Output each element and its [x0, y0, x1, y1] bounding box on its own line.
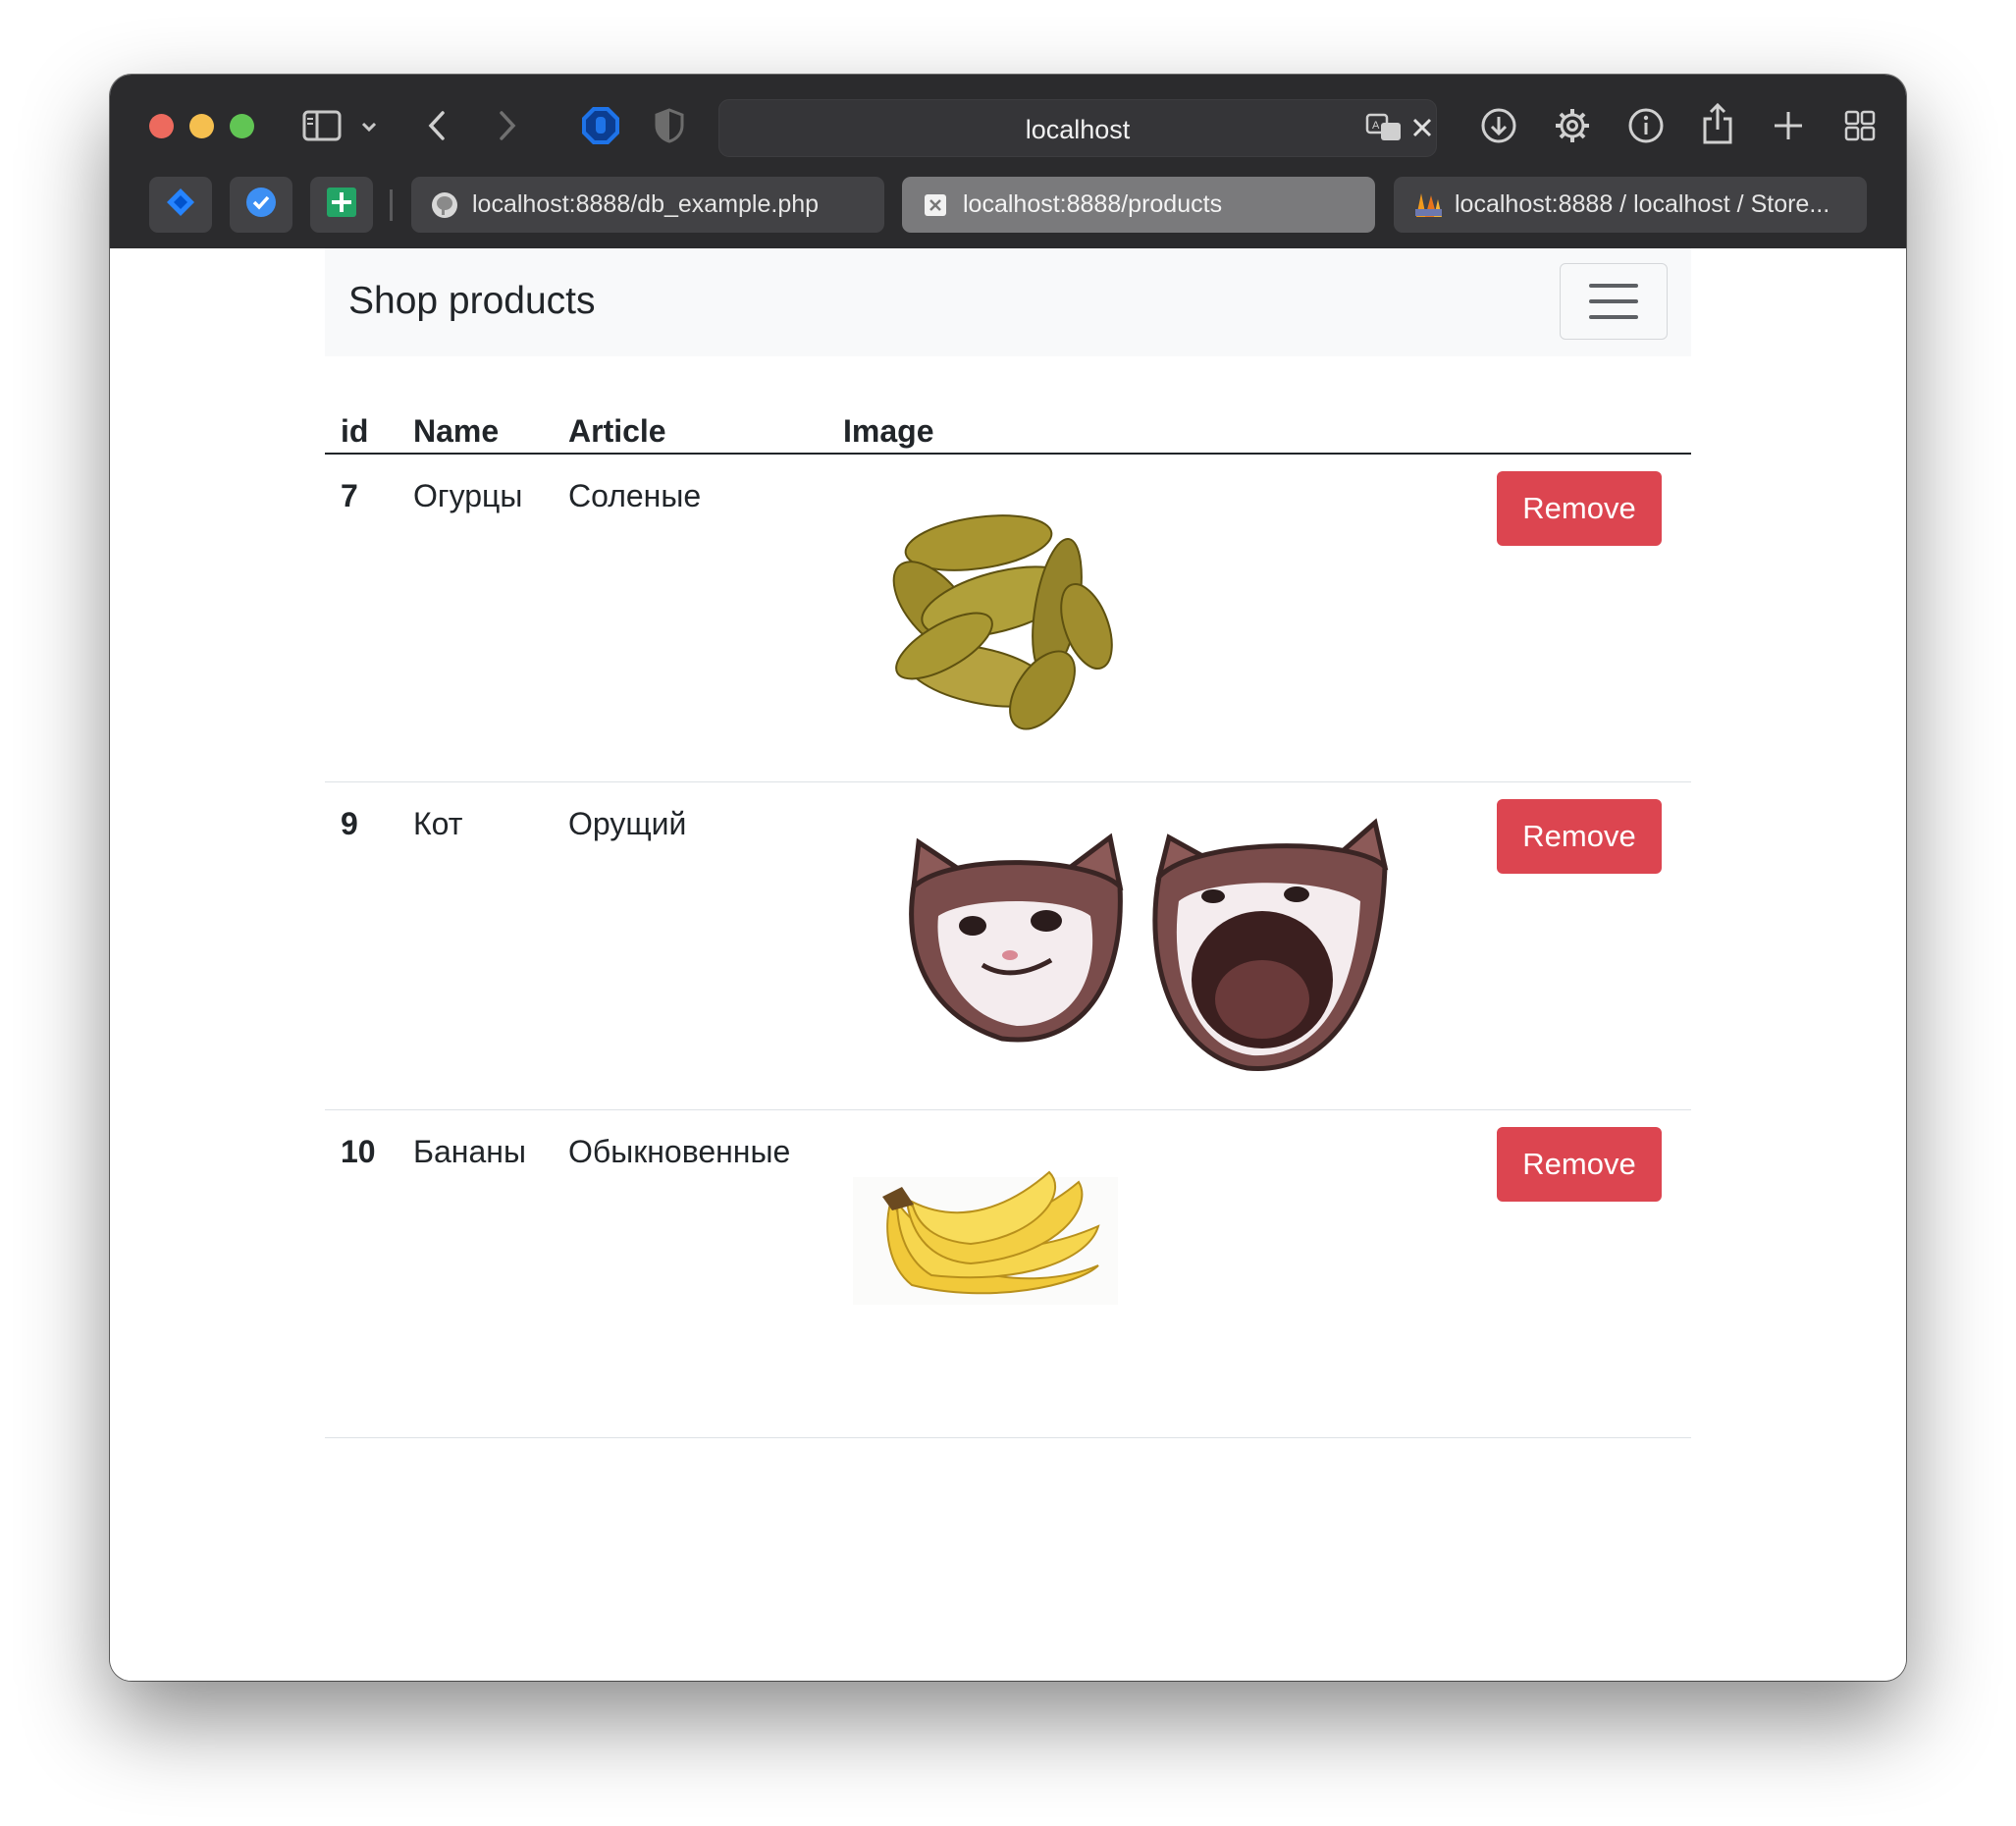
row-id: 9	[341, 806, 358, 841]
forward-icon[interactable]	[493, 106, 522, 145]
adblock-hand-icon[interactable]	[579, 104, 622, 147]
pinned-tab-jira[interactable]	[149, 177, 212, 233]
tab-divider	[390, 189, 393, 221]
close-window-button[interactable]	[149, 114, 174, 138]
row-name: Кот	[413, 806, 463, 841]
hamburger-icon-line	[1589, 299, 1638, 303]
pinned-tab-tasks[interactable]	[230, 177, 292, 233]
navbar: Shop products	[325, 248, 1691, 356]
hamburger-icon-line	[1589, 284, 1638, 288]
row-article: Обыкновенные	[568, 1134, 791, 1169]
table-header: id Name Article Image	[325, 376, 1691, 455]
minimize-window-button[interactable]	[189, 114, 214, 138]
privacy-shield-icon[interactable]	[652, 104, 687, 147]
remove-button[interactable]: Remove	[1497, 1127, 1662, 1202]
address-text: localhost	[1025, 115, 1131, 144]
elephant-icon	[431, 191, 458, 219]
page-close-icon	[922, 191, 949, 219]
hamburger-icon-line	[1589, 315, 1638, 319]
back-icon[interactable]	[422, 106, 451, 145]
tab-label: localhost:8888/products	[963, 190, 1223, 218]
row-name: Бананы	[413, 1134, 526, 1169]
browser-window: localhost A localhost:8888/db_example.ph…	[110, 75, 1906, 1681]
browser-toolbar: localhost A localhost:8888/db_example.ph…	[110, 75, 1906, 248]
svg-text:A: A	[1372, 120, 1380, 132]
tab-phpmyadmin[interactable]: localhost:8888 / localhost / Store...	[1394, 177, 1867, 233]
row-name: Огурцы	[413, 478, 523, 513]
table-row: 7 Огурцы Соленые Remove	[325, 455, 1691, 782]
address-bar[interactable]: localhost A	[718, 99, 1437, 157]
info-icon[interactable]	[1625, 105, 1667, 146]
tasks-check-icon	[245, 187, 277, 223]
navbar-brand[interactable]: Shop products	[348, 280, 596, 323]
navbar-toggler-button[interactable]	[1560, 263, 1668, 340]
remove-button[interactable]: Remove	[1497, 799, 1662, 874]
tab-products[interactable]: localhost:8888/products	[902, 177, 1375, 233]
download-icon[interactable]	[1478, 105, 1519, 146]
pinned-tab-sheets[interactable]	[310, 177, 373, 233]
settings-gear-icon[interactable]	[1552, 105, 1593, 146]
share-icon[interactable]	[1697, 101, 1738, 146]
row-id: 10	[341, 1134, 376, 1169]
chevron-down-icon[interactable]	[357, 112, 381, 141]
column-header-article: Article	[568, 413, 666, 449]
bananas-image	[853, 1148, 1118, 1305]
sidebar-icon[interactable]	[301, 106, 343, 145]
jira-icon	[165, 187, 196, 223]
row-article: Орущий	[568, 806, 687, 841]
new-tab-plus-icon[interactable]	[1768, 105, 1809, 146]
remove-button[interactable]: Remove	[1497, 471, 1662, 546]
tab-db-example[interactable]: localhost:8888/db_example.php	[411, 177, 884, 233]
column-header-id: id	[341, 413, 369, 449]
table-row: 9 Кот Орущий Remove	[325, 782, 1691, 1110]
row-article: Соленые	[568, 478, 702, 513]
tab-overview-icon[interactable]	[1839, 105, 1881, 146]
tab-label: localhost:8888 / localhost / Store...	[1455, 190, 1830, 218]
column-header-name: Name	[413, 413, 500, 449]
sheets-plus-icon	[326, 187, 357, 223]
table-row: 10 Бананы Обыкновенные Remove	[325, 1110, 1691, 1438]
page-content: Shop products id Name Article Image 7 Ог…	[110, 248, 1906, 1681]
column-header-image: Image	[843, 413, 934, 449]
translate-icon[interactable]: A	[1364, 112, 1404, 143]
row-id: 7	[341, 478, 358, 513]
close-icon[interactable]	[1409, 115, 1435, 140]
phpmyadmin-icon	[1413, 191, 1442, 219]
popcat-image	[894, 818, 1405, 1083]
zoom-window-button[interactable]	[230, 114, 254, 138]
tab-label: localhost:8888/db_example.php	[472, 190, 820, 218]
pickles-image	[851, 499, 1136, 734]
